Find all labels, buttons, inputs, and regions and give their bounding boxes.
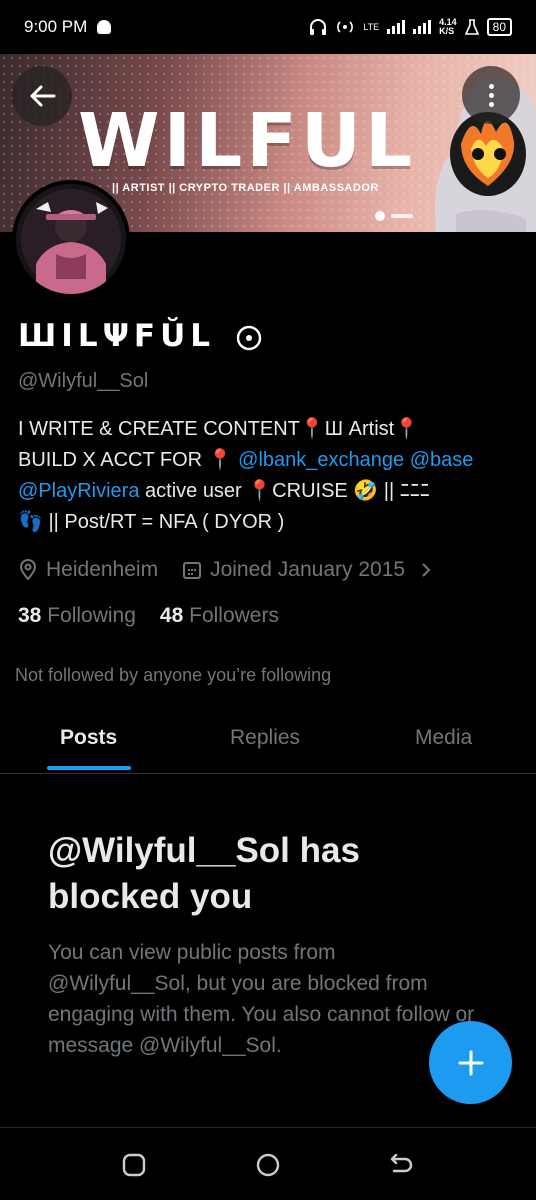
more-dot: [488, 101, 494, 107]
bio-text: BUILD X ACCT FOR 📍: [18, 449, 239, 471]
more-dot: [488, 83, 494, 89]
followers-link[interactable]: 48 Followers: [160, 604, 279, 628]
display-name-text: ШILΨFŬL: [18, 318, 216, 354]
following-count: 38: [18, 604, 42, 627]
joined-text: Joined January 2015: [210, 558, 406, 581]
flask-icon: [464, 19, 479, 35]
target-icon: [236, 325, 262, 350]
tab-media[interactable]: Media: [415, 726, 472, 750]
location-item: Heidenheim: [18, 558, 158, 582]
avatar[interactable]: [12, 180, 130, 298]
status-bar: 9:00 PM LTE 4.14 K/S 80: [0, 0, 536, 54]
system-nav-bar: [0, 1127, 536, 1200]
mutual-followers-note: Not followed by anyone you’re following: [15, 665, 332, 685]
tab-replies[interactable]: Replies: [230, 726, 300, 750]
headphones-icon: [310, 19, 327, 35]
followers-count: 48: [159, 604, 184, 627]
network-type: LTE: [363, 22, 380, 32]
more-options-button[interactable]: [462, 66, 520, 124]
recents-button[interactable]: [121, 1152, 147, 1178]
battery-level: 80: [486, 18, 512, 36]
signal-icon-2: [413, 20, 432, 34]
android-icon: [97, 20, 112, 34]
more-dot: [488, 92, 494, 98]
chevron-right-icon: [422, 563, 431, 577]
bio-line: I WRITE & CREATE CONTENT📍Ш Artist📍: [18, 418, 420, 440]
location-pin-icon: [19, 559, 37, 581]
display-name: ШILΨFŬL: [18, 318, 263, 354]
plus-icon: [458, 1050, 483, 1075]
profile-handle: @Wilyful__Sol: [18, 370, 149, 392]
home-button[interactable]: [255, 1152, 281, 1178]
network-speed: 4.14 K/S: [439, 18, 457, 36]
bio-line: @PlayRiviera active user 📍CRUISE 🤣 || ﾆﾆ…: [18, 476, 523, 507]
bio-line: 👣 || Post/RT = NFA ( DYOR ): [18, 511, 285, 533]
banner-title: WILFUL: [78, 98, 417, 184]
mention-lbank-link[interactable]: @lbank_exchange: [238, 449, 404, 471]
followers-label: Followers: [189, 604, 279, 627]
banner-pager: [375, 211, 413, 221]
joined-item[interactable]: Joined January 2015: [182, 558, 433, 582]
compose-post-button[interactable]: [429, 1021, 512, 1104]
location-text: Heidenheim: [46, 558, 159, 581]
following-link[interactable]: 38 Following: [18, 604, 136, 628]
bio-text: active user 📍CRUISE 🤣 || ﾆﾆﾆ: [139, 480, 430, 502]
back-button[interactable]: [12, 66, 72, 126]
banner-subtitle: || ARTIST || CRYPTO TRADER || AMBASSADOR: [112, 182, 379, 194]
arrow-left-icon: [30, 85, 56, 107]
signal-icon: [387, 20, 406, 34]
tab-posts[interactable]: Posts: [60, 726, 117, 750]
pager-dot: [375, 211, 385, 221]
speed-unit: K/S: [439, 26, 455, 36]
follow-stats: 38 Following 48 Followers: [18, 604, 279, 628]
avatar-image: [16, 184, 126, 294]
calendar-icon: [183, 562, 202, 579]
following-label: Following: [47, 604, 136, 627]
bio-line: BUILD X ACCT FOR 📍 @lbank_exchange @base: [18, 445, 523, 476]
profile-tabs: Posts Replies Media: [0, 712, 536, 774]
status-time: 9:00 PM: [24, 17, 88, 36]
back-nav-button[interactable]: [388, 1152, 414, 1178]
mention-base-link[interactable]: @base: [410, 449, 474, 471]
status-icons: LTE 4.14 K/S 80: [309, 18, 512, 36]
hotspot-icon: [337, 21, 354, 33]
profile-meta: Heidenheim Joined January 2015: [18, 558, 457, 582]
blocked-title: @Wilyful__Sol has blocked you: [48, 831, 360, 916]
mention-riviera-link[interactable]: @PlayRiviera: [18, 480, 139, 502]
active-tab-indicator: [47, 766, 131, 770]
blocked-description: You can view public posts from @Wilyful_…: [48, 941, 475, 1057]
profile-bio: I WRITE & CREATE CONTENT📍Ш Artist📍 BUILD…: [18, 414, 523, 538]
pager-bar: [391, 214, 413, 218]
